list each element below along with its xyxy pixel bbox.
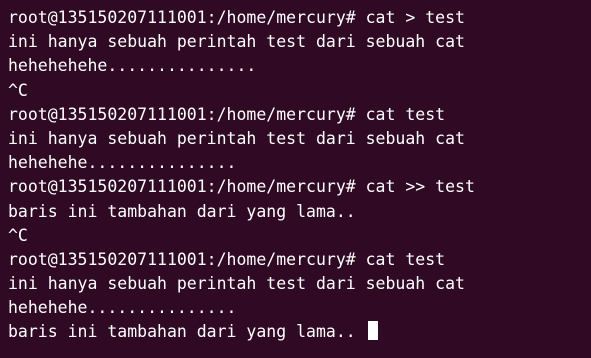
terminal-line-output: baris ini tambahan dari yang lama.. [8,201,356,221]
terminal-line-output: ini hanya sebuah perintah test dari sebu… [8,128,465,148]
terminal-line-output: hehehehe............... [8,298,237,318]
terminal-window[interactable]: root@135150207111001:/home/mercury# cat … [0,0,591,358]
terminal-line-prompt: root@135150207111001:/home/mercury# cat … [8,177,475,197]
terminal-line-prompt: root@135150207111001:/home/mercury# cat … [8,249,446,269]
terminal-line-output: hehehehe............... [8,153,237,173]
terminal-line-output: ini hanya sebuah perintah test dari sebu… [8,32,465,52]
terminal-line-output: hehehehehe............... [8,56,257,76]
terminal-cursor [367,321,378,341]
terminal-line-prompt: root@135150207111001:/home/mercury# cat … [8,104,446,124]
terminal-line-last: baris ini tambahan dari yang lama.. [8,320,591,344]
terminal-line-interrupt: ^C [8,80,28,100]
terminal-line-prompt: root@135150207111001:/home/mercury# cat … [8,8,465,27]
terminal-line-output: baris ini tambahan dari yang lama.. [8,322,356,342]
terminal-line-interrupt: ^C [8,225,28,245]
terminal-line-output: ini hanya sebuah perintah test dari sebu… [8,274,465,294]
